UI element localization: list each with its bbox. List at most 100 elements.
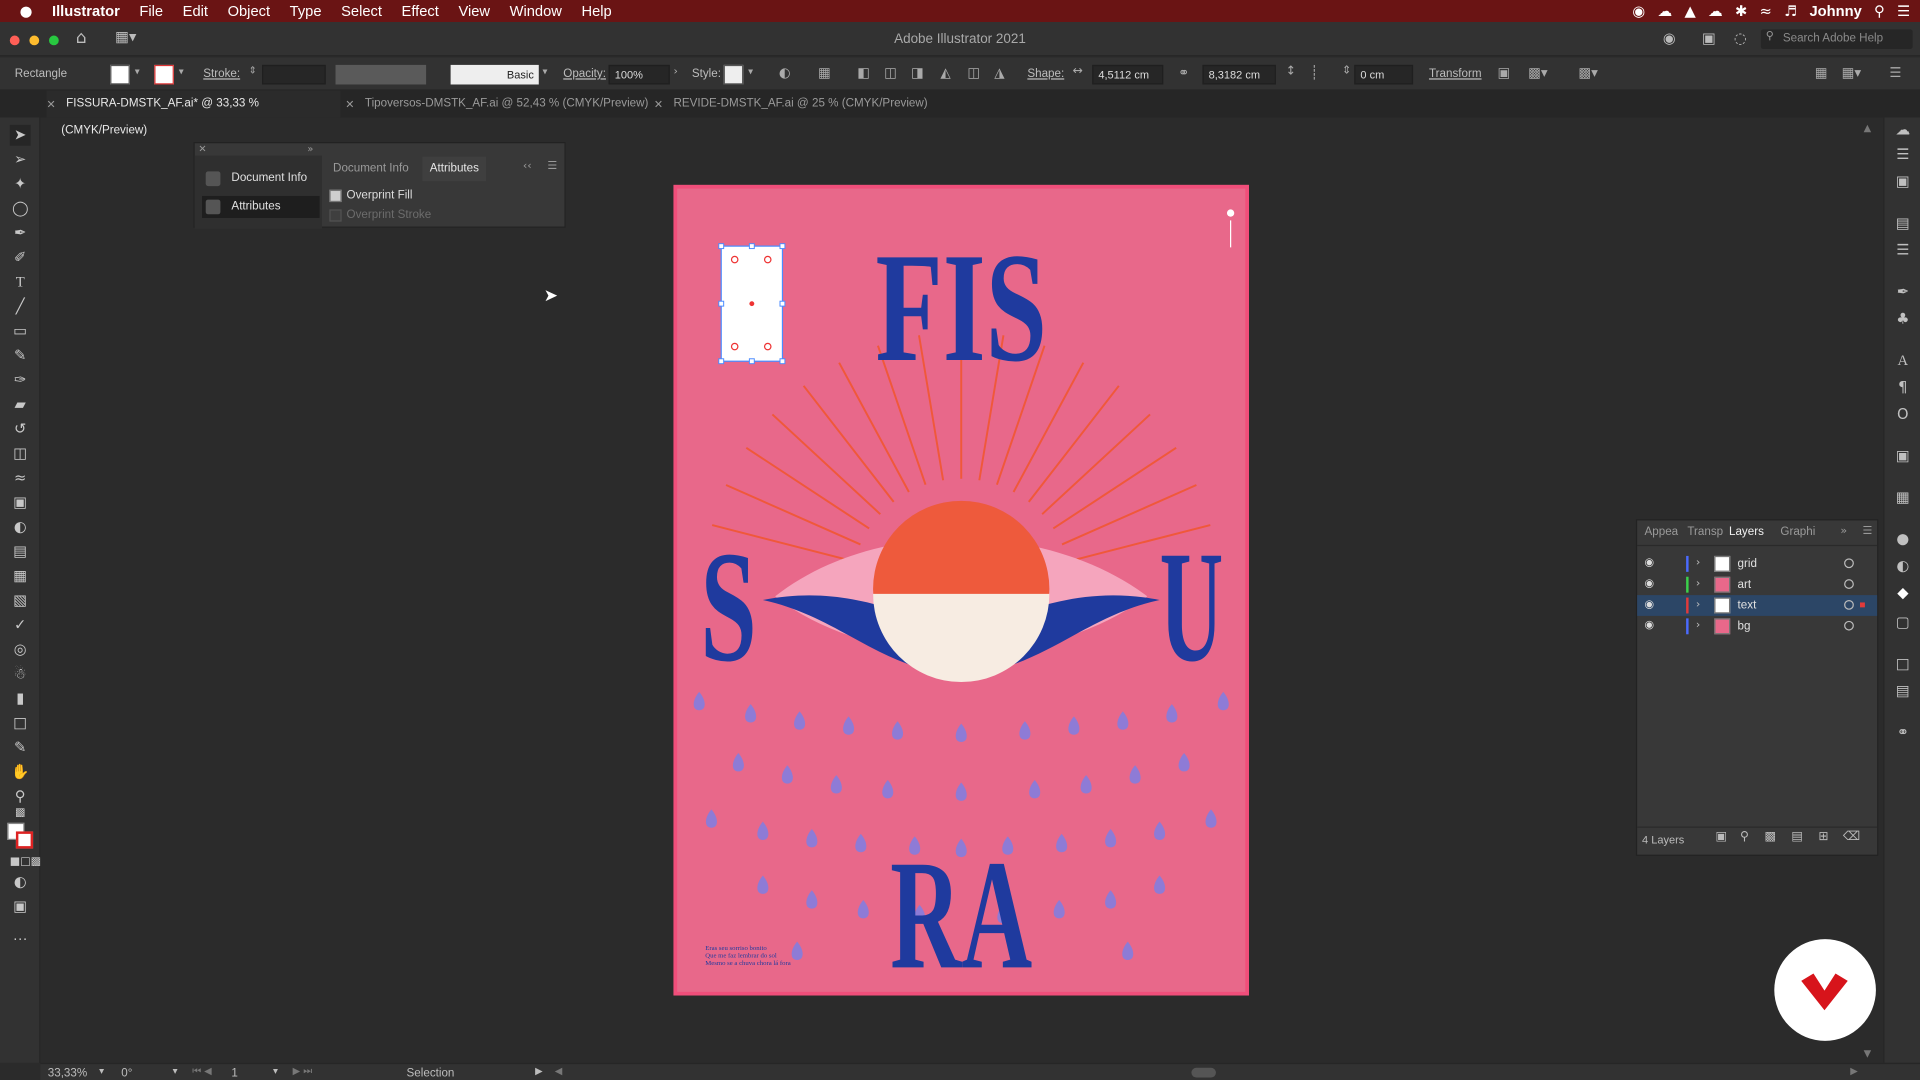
properties-panel-icon[interactable]: ☰ [1893, 144, 1913, 164]
creative-cloud-icon[interactable]: ☁ [1658, 2, 1673, 19]
control-bar-menu-icon[interactable]: ☰ [1889, 65, 1901, 81]
discover-icon[interactable]: ◌ [1734, 29, 1747, 46]
mesh-tool-icon[interactable]: ▦ [10, 566, 31, 587]
direct-selection-tool-icon[interactable]: ➢ [10, 149, 31, 170]
align-panel-icon[interactable]: ▦ [1893, 487, 1913, 507]
scroll-right-icon[interactable]: ▶ [1850, 1065, 1858, 1076]
layers-menu-icon[interactable]: ☰ [1862, 525, 1872, 537]
corner-radius-field[interactable]: 0 cm [1354, 64, 1414, 85]
color-panel-icon[interactable]: ● [1893, 529, 1913, 549]
width-tool-icon[interactable]: ≈ [10, 468, 31, 489]
visibility-eye-icon[interactable]: ◉ [1644, 574, 1654, 595]
bluetooth-icon[interactable]: ✱ [1735, 2, 1747, 19]
tab-fissura[interactable]: ✕ FISSURA-DMSTK_AF.ai* @ 33,33 % (CMYK/P… [46, 90, 341, 137]
layer-row-grid[interactable]: ◉ › grid [1637, 553, 1877, 574]
locate-object-icon[interactable]: ⚲ [1740, 830, 1749, 843]
links-icon[interactable]: ⚭ [1893, 722, 1913, 742]
shape-builder-tool-icon[interactable]: ◐ [10, 517, 31, 538]
stroke-dropdown-icon[interactable]: ▾ [179, 66, 184, 77]
new-layer-icon[interactable]: ⊞ [1818, 830, 1828, 843]
paintbrush-tool-icon[interactable]: ✎ [10, 345, 31, 366]
search-adobe-help-field[interactable]: ⚲ Search Adobe Help [1760, 29, 1913, 49]
align-vertical-center-icon[interactable]: ◫ [967, 65, 980, 81]
artboard[interactable]: FIS S U RA Eras seu sorriso bonito Que m… [673, 184, 1249, 996]
menu-object[interactable]: Object [218, 0, 280, 22]
menu-file[interactable]: File [130, 0, 173, 22]
visibility-eye-icon[interactable]: ◉ [1644, 616, 1654, 637]
align-top-icon[interactable]: ◭ [940, 65, 950, 81]
wifi-icon[interactable]: ≈ [1760, 2, 1772, 19]
zoom-level[interactable]: 33,33% [48, 1067, 87, 1080]
height-field[interactable]: 8,3182 cm [1202, 64, 1276, 85]
layer-row-art[interactable]: ◉ › art [1637, 574, 1877, 595]
layer-name[interactable]: text [1738, 595, 1757, 616]
adobe-icon[interactable]: ▲ [1684, 2, 1695, 19]
collapse-icon[interactable]: ‹‹ [523, 160, 532, 172]
blob-brush-tool-icon[interactable]: ✑ [10, 370, 31, 391]
selected-art-indicator[interactable] [1860, 602, 1865, 608]
puppet-warp-icon[interactable]: ▩▾ [1578, 65, 1597, 81]
paragraph-icon[interactable]: ¶ [1893, 377, 1913, 397]
style-dropdown-icon[interactable]: ▾ [748, 66, 753, 77]
overprint-stroke-checkbox[interactable] [329, 209, 342, 222]
expand-layer-icon[interactable]: › [1696, 574, 1700, 595]
tab-layers[interactable]: Layers [1729, 520, 1764, 544]
artboard-dropdown-icon[interactable]: ▾ [273, 1065, 278, 1076]
list-item-document-info[interactable]: Document Info [202, 168, 320, 190]
arrange-panel-icon[interactable]: ▦ [1815, 65, 1828, 81]
fill-swatch[interactable] [110, 64, 130, 85]
edit-toolbar-icon[interactable]: ··· [10, 928, 31, 949]
scroll-up-icon[interactable]: ▲ [1864, 122, 1872, 133]
line-segment-tool-icon[interactable]: ╱ [10, 296, 31, 317]
layer-row-bg[interactable]: ◉ › bg [1637, 616, 1877, 637]
make-clipping-mask-icon[interactable]: ▩ [1764, 830, 1776, 843]
slice-tool-icon[interactable]: ✎ [10, 737, 31, 758]
properties-icon[interactable]: ▦▾ [1842, 65, 1861, 81]
layer-name[interactable]: art [1738, 574, 1752, 595]
free-transform-tool-icon[interactable]: ▣ [10, 492, 31, 513]
menu-edit[interactable]: Edit [173, 0, 218, 22]
close-panel-icon[interactable]: ✕ [198, 143, 206, 154]
artboard-number[interactable]: 1 [231, 1067, 237, 1080]
first-artboard-icon[interactable]: ⏮ ◀ [192, 1065, 211, 1077]
opacity-field[interactable]: 100% [608, 64, 670, 85]
apple-menu-icon[interactable]: ● [0, 0, 42, 22]
pathfinder-icon[interactable]: ▤ [1893, 681, 1913, 701]
brushes-icon[interactable]: ✒ [1893, 282, 1913, 302]
symbols-icon[interactable]: ♣ [1893, 309, 1913, 329]
symbol-sprayer-tool-icon[interactable]: ☃ [10, 664, 31, 685]
opacity-arrow-icon[interactable]: › [673, 66, 677, 78]
eraser-tool-icon[interactable]: ▰ [10, 394, 31, 415]
export-icon[interactable]: ▣ [1893, 171, 1913, 191]
share-icon[interactable]: ◉ [1663, 29, 1676, 46]
perspective-grid-tool-icon[interactable]: ▤ [10, 541, 31, 562]
spotlight-search-icon[interactable]: ⚲ [1874, 2, 1885, 19]
magic-wand-tool-icon[interactable]: ✦ [10, 174, 31, 195]
brush-dropdown-icon[interactable]: ▾ [542, 66, 547, 77]
horizontal-scrollbar-thumb[interactable] [1191, 1067, 1216, 1078]
stroke-weight-field[interactable] [262, 64, 326, 85]
libraries-icon[interactable]: ☁ [1893, 120, 1913, 140]
fill-dropdown-icon[interactable]: ▾ [135, 66, 140, 77]
align-bottom-icon[interactable]: ◮ [994, 65, 1004, 81]
eyedropper-tool-icon[interactable]: ✓ [10, 615, 31, 636]
menu-app-name[interactable]: Illustrator [42, 0, 129, 22]
layer-row-text[interactable]: ◉ › text [1637, 595, 1878, 616]
stroke-panel-icon[interactable]: ☰ [1893, 240, 1913, 260]
status-arrow-icon[interactable]: ▶ [535, 1065, 543, 1076]
corner-radius-stepper[interactable]: ⇕ [1342, 65, 1351, 77]
target-circle-icon[interactable] [1844, 579, 1854, 589]
align-right-icon[interactable]: ◨ [911, 65, 924, 81]
rotation-value[interactable]: 0° [121, 1067, 132, 1080]
expand-layer-icon[interactable]: › [1696, 595, 1700, 616]
align-to-icon[interactable]: ▦ [818, 65, 831, 81]
pen-tool-icon[interactable]: ✒ [10, 223, 31, 244]
target-circle-icon[interactable] [1844, 600, 1854, 610]
curvature-tool-icon[interactable]: ✐ [10, 247, 31, 268]
draw-mode-icon[interactable]: ◐ [10, 872, 31, 893]
align-left-icon[interactable]: ◧ [857, 65, 870, 81]
close-tab-icon[interactable]: ✕ [345, 91, 354, 118]
hand-tool-icon[interactable]: ✋ [10, 762, 31, 783]
record-icon[interactable]: ◉ [1632, 2, 1645, 19]
rotation-dropdown-icon[interactable]: ▾ [173, 1065, 178, 1076]
